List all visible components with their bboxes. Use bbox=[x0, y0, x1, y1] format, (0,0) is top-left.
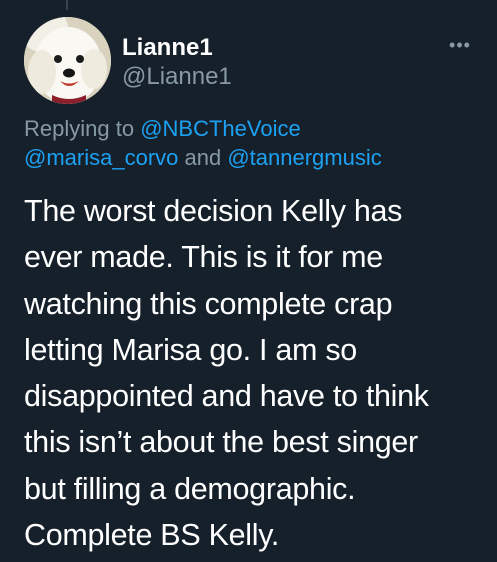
replying-to-conjunction: and bbox=[178, 145, 228, 170]
thread-connector-line bbox=[66, 0, 68, 10]
author-display-name[interactable]: Lianne1 bbox=[122, 33, 213, 63]
replying-to-label: Replying to bbox=[24, 116, 141, 141]
replying-to: Replying to @NBCTheVoice @marisa_corvo a… bbox=[24, 114, 484, 172]
tweet-text-line: but filling a demographic. bbox=[24, 471, 356, 506]
mention-link-tannergmusic[interactable]: @tannergmusic bbox=[227, 145, 381, 170]
tweet-text-line: ever made. This is it for me bbox=[24, 240, 383, 275]
tweet-text-line: this isn’t about the best singer bbox=[24, 425, 418, 460]
dog-avatar-image bbox=[24, 17, 111, 104]
avatar[interactable] bbox=[24, 17, 111, 104]
tweet-text-line: disappointed and have to think bbox=[24, 379, 429, 414]
more-horizontal-icon: ••• bbox=[449, 35, 471, 55]
more-options-button[interactable]: ••• bbox=[444, 33, 476, 57]
tweet-text-line: The worst decision Kelly has bbox=[24, 194, 403, 228]
mention-link-marisa-corvo[interactable]: @marisa_corvo bbox=[24, 145, 178, 170]
mention-link-nbcthevoice[interactable]: @NBCTheVoice bbox=[140, 116, 301, 141]
tweet-text: The worst decision Kelly has ever made. … bbox=[24, 188, 486, 558]
tweet-text-line: watching this complete crap bbox=[24, 286, 393, 321]
tweet-text-line: letting Marisa go. I am so bbox=[24, 332, 357, 367]
author-handle[interactable]: @Lianne1 bbox=[122, 62, 232, 92]
tweet-text-line: Complete BS Kelly. bbox=[24, 518, 280, 553]
